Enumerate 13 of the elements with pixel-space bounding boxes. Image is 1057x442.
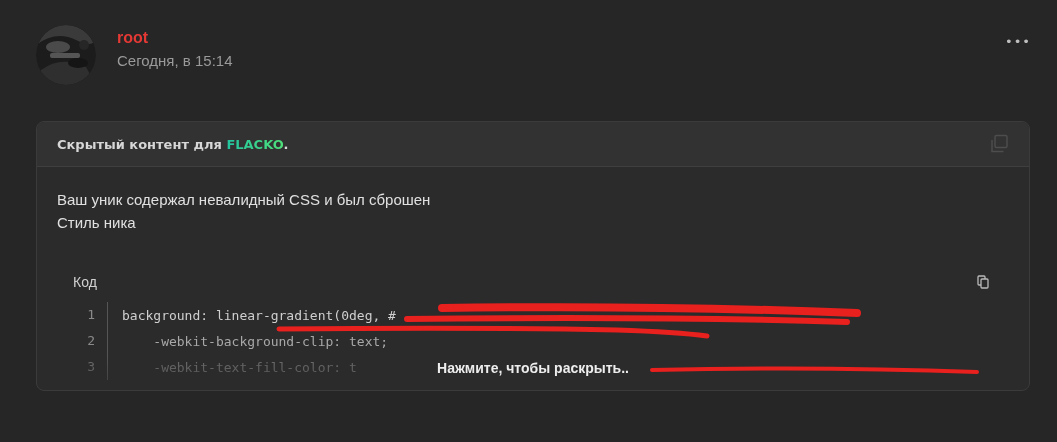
more-menu-button[interactable]: ••• — [1005, 22, 1031, 49]
code-label: Код — [73, 272, 97, 292]
line-number: 1 — [57, 302, 108, 328]
spoiler-title: Скрытый контент для FLACKO. — [57, 136, 289, 152]
body-text: Ваш уник содержал невалидный CSS и был сброшен — [57, 190, 432, 210]
code-line: background: linear-gradient(0deg, # — [121, 306, 396, 325]
body-text: Стиль ника — [57, 213, 137, 233]
author-name[interactable]: root — [117, 29, 984, 47]
line-number: 2 — [57, 328, 108, 354]
post-timestamp: Сегодня, в 15:14 — [117, 52, 234, 69]
code-line: -webkit-background-clip: text; — [152, 332, 389, 351]
expand-hint: Нажмите, чтобы раскрыть.. — [437, 359, 629, 378]
copy-icon[interactable] — [977, 275, 989, 289]
